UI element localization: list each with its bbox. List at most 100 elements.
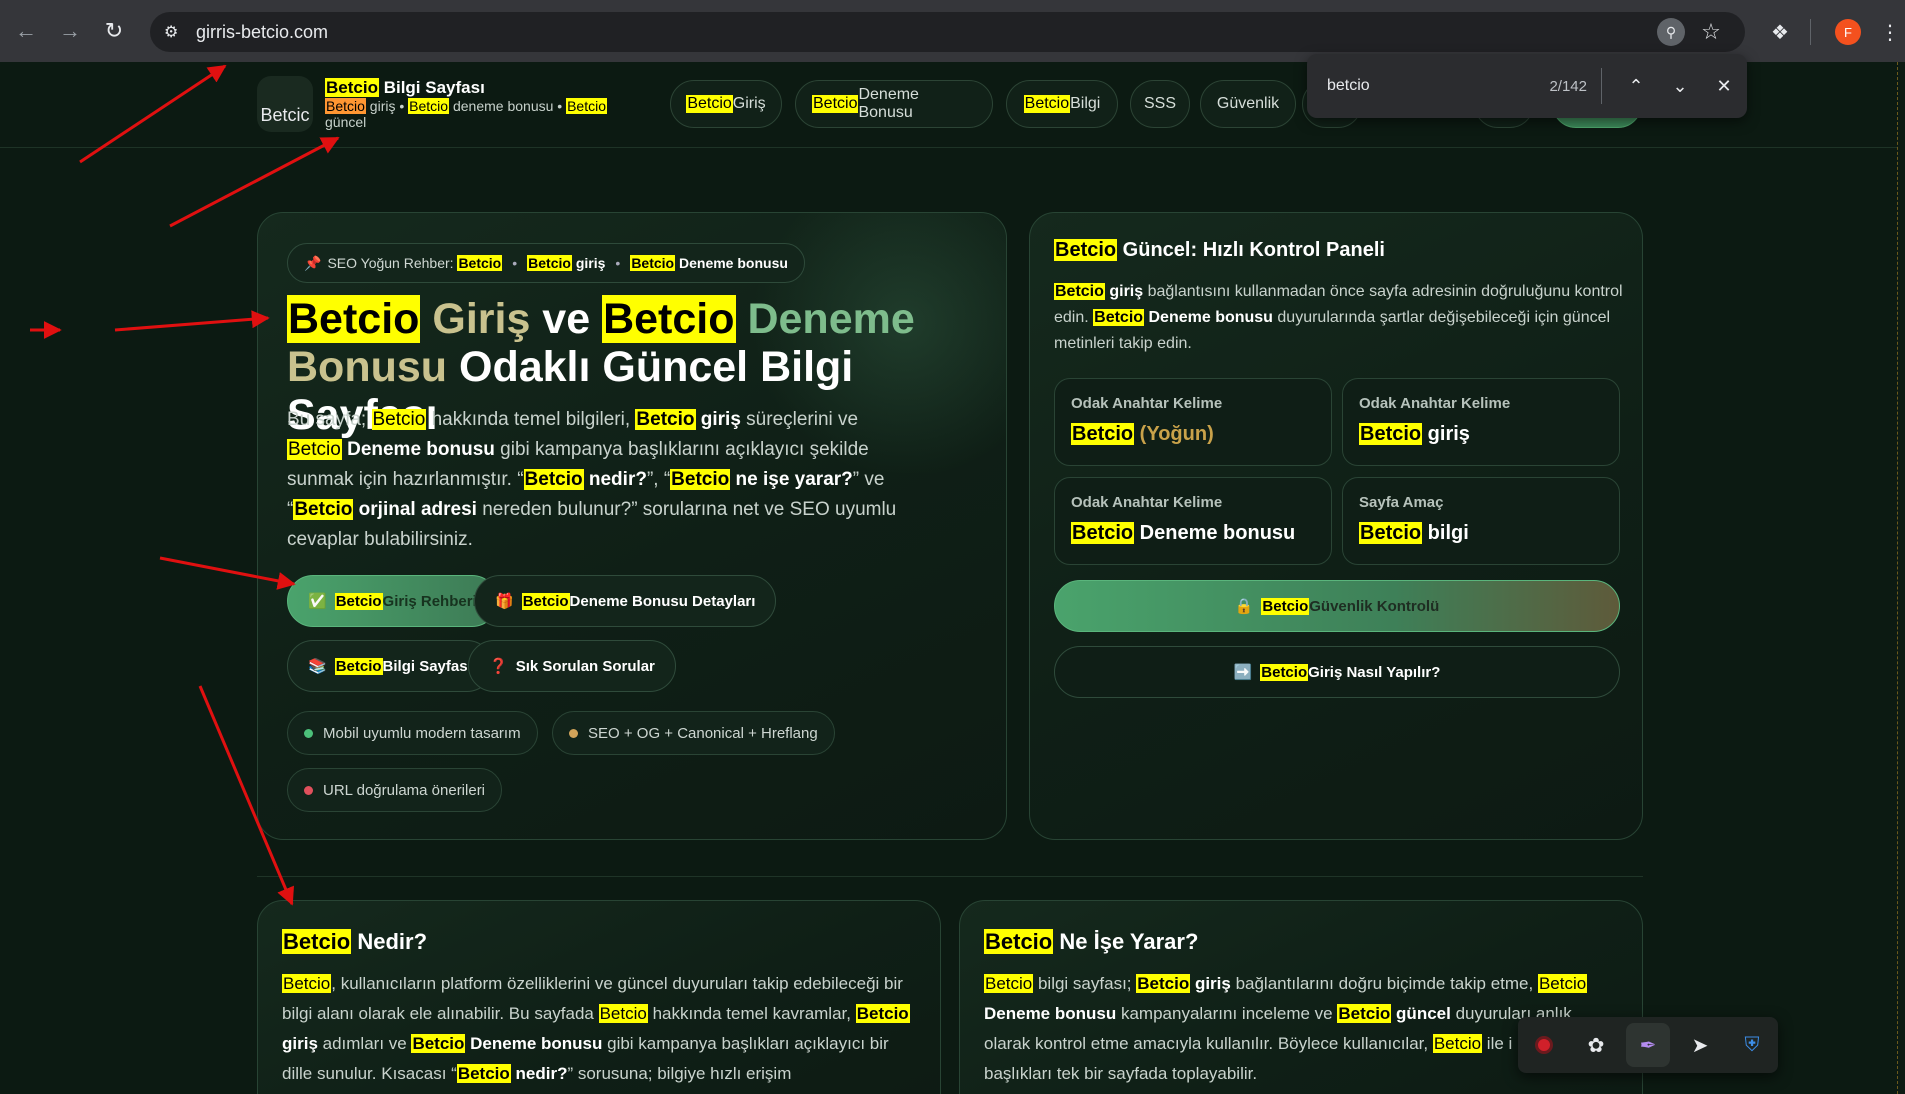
keyword-box: Odak Anahtar Kelime Betcio giriş [1342,378,1620,466]
desc-text: süreçlerini ve [740,409,859,430]
desc-bold: giriş [695,409,741,430]
address-bar[interactable]: ⚙ girris-betcio.com ⚲ ☆ [150,12,1745,52]
feature-tag-mobile: Mobil uyumlu modern tasarım [287,711,538,755]
nav-label: SSS [1144,95,1177,112]
url-text[interactable]: girris-betcio.com [196,22,328,43]
menu-icon[interactable]: ⋮ [1875,20,1905,45]
arrow-right-icon: ➡️ [1233,664,1253,681]
brand-sub-highlight: Betcio [566,98,607,114]
bilgi-sayfasi-button[interactable]: 📚 Betcio Bilgi Sayfası [287,640,493,692]
body-text: ” sorusuna; bilgiye hızlı erişim [567,1064,792,1083]
keyword-value: Betcio bilgi [1359,522,1469,545]
button-highlight: Betcio [1260,663,1309,681]
deneme-bonusu-button[interactable]: 🎁 Betcio Deneme Bonusu Detayları [474,575,777,627]
body-bold: nedir? [510,1064,568,1083]
body-highlight: Betcio [1337,1004,1392,1023]
keyword-highlight: Betcio [1359,423,1423,445]
body-text: ile i [1482,1034,1513,1053]
nav-guvenlik[interactable]: Güvenlik [1200,80,1296,128]
feather-pen-icon[interactable]: ✒ [1626,1023,1670,1067]
desc-bold: Deneme bonusu [347,439,495,460]
feature-tag-seo: SEO + OG + Canonical + Hreflang [552,711,835,755]
floating-extension-toolbar: ✿ ✒ ➤ ⛨ [1518,1017,1778,1073]
nav-deneme-bonusu[interactable]: Betcio Deneme Bonusu [795,80,993,128]
button-label: Güvenlik Kontrolü [1309,597,1440,615]
brand-sub-highlight: Betcio [408,98,450,114]
body-text: bağlantılarını doğru biçimde takip etme, [1230,974,1538,993]
sss-button[interactable]: ❓ Sık Sorulan Sorular [468,640,676,692]
body-highlight: Betcio [598,1004,648,1023]
logo-alt-text: Betcic [260,105,310,125]
feature-tag-url: URL doğrulama önerileri [287,768,503,812]
shield-warning-icon[interactable]: ⛨ [1730,1023,1774,1067]
button-highlight: Betcio [1261,597,1310,615]
nav-bilgi[interactable]: Betcio Bilgi [1006,80,1118,128]
body-bold: giriş [282,1034,318,1053]
nav-label: Deneme Bonusu [858,86,919,121]
extensions-icon[interactable]: ❖ [1760,20,1800,45]
nav-label: Güvenlik [1216,95,1280,112]
tag-label: Mobil uyumlu modern tasarım [323,724,521,742]
body-highlight: Betcio [456,1064,511,1083]
keyword-label: Odak Anahtar Kelime [1359,395,1511,412]
desc-text: hakkında temel bilgileri, [426,409,636,430]
seo-chip-highlight: Betcio [630,255,676,271]
forward-icon[interactable]: → [52,13,88,49]
heading-bonusu: Bonusu [287,343,448,391]
checkmark-icon: ✅ [308,593,327,610]
button-highlight: Betcio [521,592,570,610]
hero-card: 📌 SEO Yoğun Rehber: Betcio • Betcio giri… [257,212,1007,840]
seo-chip-text: Deneme bonusu [675,255,788,271]
button-label: Giriş Nasıl Yapılır? [1308,663,1441,681]
giris-rehberi-button[interactable]: ✅ Betcio Giriş Rehberi [287,575,498,627]
brand-sub-highlight-current: Betcio [325,98,366,114]
keyword-highlight: Betcio [1359,522,1423,544]
brand-block[interactable]: Betcio Bilgi Sayfası Betcio giriş • Betc… [325,78,625,130]
site-logo[interactable]: Betcic [257,76,313,132]
brand-subtitle: Betcio giriş • Betcio deneme bonusu • Be… [325,98,625,130]
card-title-text: Nedir? [351,929,428,954]
body-highlight: Betcio [411,1034,466,1053]
panel-title-highlight: Betcio [1054,239,1118,261]
find-prev-icon[interactable]: ⌃ [1614,76,1658,97]
giris-nasil-yapilir-button[interactable]: ➡️ Betcio Giriş Nasıl Yapılır? [1054,646,1620,698]
keyword-box: Odak Anahtar Kelime Betcio Deneme bonusu [1054,477,1332,565]
desc-bold: orjinal adresi [353,499,477,520]
bullet-separator: • [615,255,621,271]
keyword-label: Sayfa Amaç [1359,494,1444,511]
body-text: hakkında temel kavramlar, [647,1004,856,1023]
nav-highlight: Betcio [812,95,859,113]
heading-highlight: Betcio [602,295,736,343]
nav-sss[interactable]: SSS [1130,80,1190,128]
find-next-icon[interactable]: ⌄ [1658,76,1702,97]
body-highlight: Betcio [1136,974,1191,993]
nav-giris[interactable]: Betcio Giriş [670,80,782,128]
keyword-highlight: Betcio [1071,522,1135,544]
heading-deneme: Deneme [735,295,915,343]
panel-title: Betcio Güncel: Hızlı Kontrol Paneli [1054,239,1385,262]
find-input[interactable]: betcio [1327,77,1517,95]
heading-highlight: Betcio [287,295,421,343]
button-label: Bilgi Sayfası [382,657,472,675]
telegram-icon[interactable]: ➤ [1678,1023,1722,1067]
find-close-icon[interactable]: ✕ [1702,76,1746,97]
record-icon[interactable] [1522,1023,1566,1067]
nav-label: Giriş [732,95,766,112]
keyword-value: Betcio (Yoğun) [1071,423,1214,446]
keyword-value: Betcio Deneme bonusu [1071,522,1295,545]
card-title-highlight: Betcio [984,929,1054,954]
guvenlik-kontrolu-button[interactable]: 🔒 Betcio Güvenlik Kontrolü [1054,580,1620,632]
app-colorful-icon[interactable]: ✿ [1574,1023,1618,1067]
reload-icon[interactable]: ↻ [96,13,132,49]
profile-avatar[interactable]: F [1835,19,1861,45]
button-highlight: Betcio [334,657,383,675]
keyword-text: Deneme bonusu [1134,522,1296,544]
site-info-icon[interactable]: ⚙ [164,22,186,42]
back-icon[interactable]: ← [8,13,44,49]
panel-title-text: Güncel: Hızlı Kontrol Paneli [1117,239,1385,261]
keyword-box: Odak Anahtar Kelime Betcio (Yoğun) [1054,378,1332,466]
desc-bold: nedir? [583,469,647,490]
find-divider [1601,68,1602,104]
bookmark-star-icon[interactable]: ☆ [1697,18,1725,46]
find-in-page-icon[interactable]: ⚲ [1657,18,1685,46]
